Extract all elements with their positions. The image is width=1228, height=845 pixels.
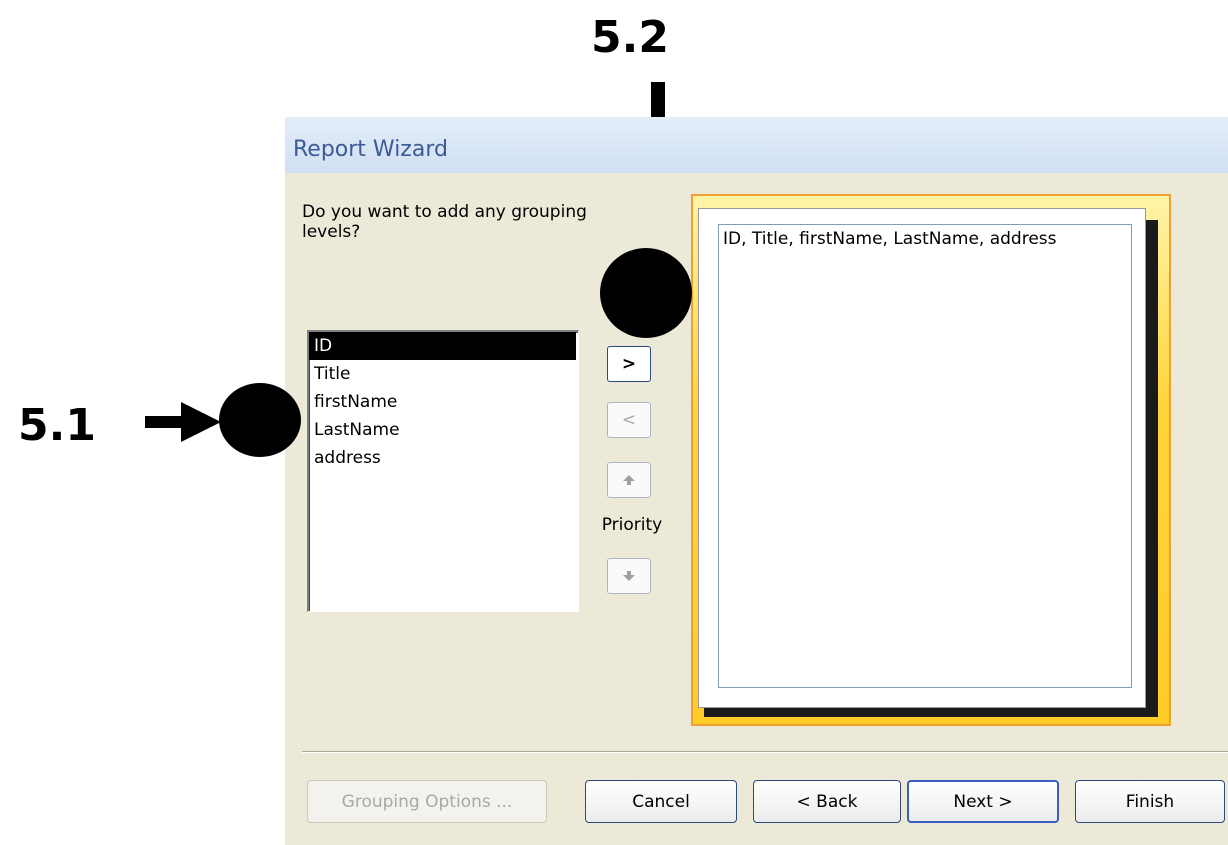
list-item-title[interactable]: Title bbox=[309, 360, 578, 388]
window-title: Report Wizard bbox=[293, 137, 448, 162]
finish-button[interactable]: Finish bbox=[1075, 780, 1225, 823]
annotation-label-5-1: 5.1 bbox=[18, 400, 96, 451]
arrow-up-icon bbox=[623, 475, 635, 485]
annotation-marker-5-1 bbox=[219, 383, 301, 457]
list-item-firstname[interactable]: firstName bbox=[309, 388, 578, 416]
report-wizard-dialog: Report Wizard Do you want to add any gro… bbox=[285, 117, 1228, 845]
list-item-id[interactable]: ID bbox=[309, 332, 576, 360]
back-button[interactable]: < Back bbox=[753, 780, 901, 823]
list-item-lastname[interactable]: LastName bbox=[309, 416, 578, 444]
annotation-label-5-2: 5.2 bbox=[591, 12, 669, 63]
priority-up-button[interactable] bbox=[607, 462, 651, 498]
arrow-right-icon bbox=[145, 402, 221, 442]
add-grouping-button[interactable]: > bbox=[607, 346, 651, 382]
list-item-address[interactable]: address bbox=[309, 444, 578, 472]
priority-label: Priority bbox=[601, 515, 663, 535]
grouping-options-button[interactable]: Grouping Options ... bbox=[307, 780, 547, 823]
remove-grouping-button[interactable]: < bbox=[607, 402, 651, 438]
grouping-preview: ID, Title, firstName, LastName, address bbox=[718, 224, 1132, 688]
grouping-question: Do you want to add any grouping levels? bbox=[302, 202, 587, 242]
preview-field-list: ID, Title, firstName, LastName, address bbox=[723, 229, 1057, 249]
annotation-marker-5-2 bbox=[600, 248, 692, 338]
separator bbox=[302, 751, 1228, 753]
next-button[interactable]: Next > bbox=[907, 780, 1059, 823]
cancel-button[interactable]: Cancel bbox=[585, 780, 737, 823]
arrow-down-small-icon bbox=[623, 571, 635, 581]
title-bar: Report Wizard bbox=[285, 117, 1228, 173]
available-fields-list[interactable]: ID Title firstName LastName address bbox=[307, 330, 579, 612]
priority-down-button[interactable] bbox=[607, 558, 651, 594]
